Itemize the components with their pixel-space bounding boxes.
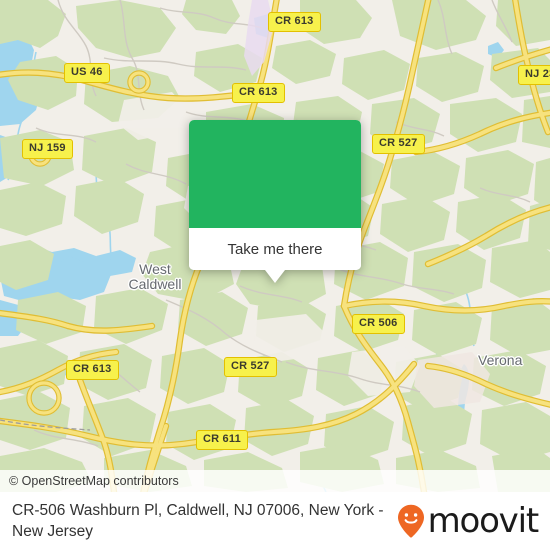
road-shield: NJ 159 xyxy=(22,139,73,159)
location-popup[interactable]: Take me there xyxy=(189,120,361,283)
map-canvas[interactable]: CR 613 US 46 CR 613 NJ 23 NJ 159 CR 527 … xyxy=(0,0,550,492)
moovit-logo[interactable]: moovit xyxy=(397,504,550,538)
road-shield: CR 527 xyxy=(372,134,425,154)
road-shield: US 46 xyxy=(64,63,110,83)
road-shield: CR 613 xyxy=(232,83,285,103)
take-me-there-label: Take me there xyxy=(227,240,323,258)
road-shield: CR 527 xyxy=(224,357,277,377)
location-caption: CR-506 Washburn Pl, Caldwell, NJ 07006, … xyxy=(12,502,384,540)
footer-bar: CR-506 Washburn Pl, Caldwell, NJ 07006, … xyxy=(0,492,550,550)
road-shield: CR 611 xyxy=(196,430,248,450)
moovit-pin-icon xyxy=(397,504,424,538)
take-me-there-button[interactable]: Take me there xyxy=(189,228,361,270)
road-shield: NJ 23 xyxy=(518,65,550,85)
moovit-wordmark: moovit xyxy=(427,501,540,541)
map-attribution[interactable]: © OpenStreetMap contributors xyxy=(0,470,550,492)
moovit-map-screenshot: CR 613 US 46 CR 613 NJ 23 NJ 159 CR 527 … xyxy=(0,0,550,550)
road-shield: CR 613 xyxy=(268,12,321,32)
place-label-west-caldwell: West Caldwell xyxy=(128,261,182,292)
popup-preview-image xyxy=(189,120,361,228)
popup-tail xyxy=(265,270,285,283)
place-label-verona: Verona xyxy=(478,352,523,368)
road-shield: CR 613 xyxy=(66,360,119,380)
popup-body: Take me there xyxy=(189,120,361,270)
road-shield: CR 506 xyxy=(352,314,405,334)
